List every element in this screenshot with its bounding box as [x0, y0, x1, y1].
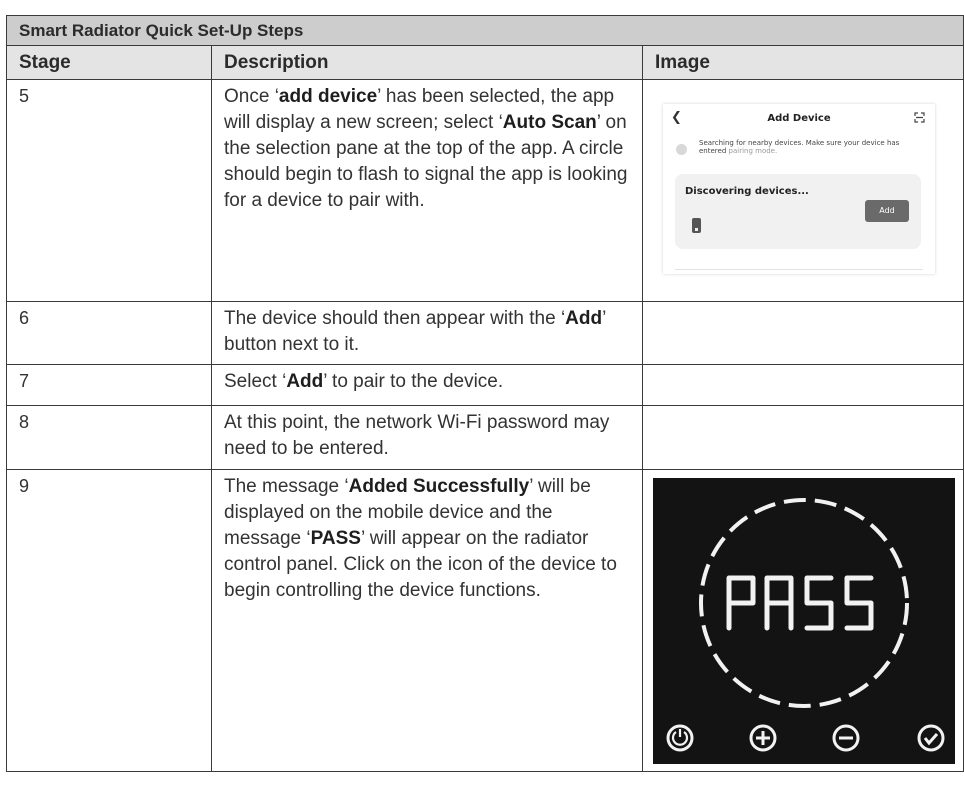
- stage-number: 9: [6, 469, 212, 772]
- step-image-cell: [641, 405, 964, 470]
- divider: [675, 269, 923, 270]
- desc-bold: add device: [278, 86, 378, 107]
- step-description: The device should then appear with the ‘…: [211, 301, 643, 365]
- step-description: Once ‘add device’ has been selected, the…: [211, 79, 643, 302]
- desc-text: Once ‘: [224, 86, 279, 107]
- app-add-device-screenshot: ❮ Add Device Searching for nearby device…: [663, 104, 935, 274]
- desc-bold: Added Successfully: [348, 476, 530, 497]
- step-image-cell: [641, 364, 964, 406]
- minus-icon: [832, 724, 860, 752]
- stage-number: 6: [6, 301, 212, 365]
- table-row: 6 The device should then appear with the…: [6, 301, 964, 365]
- plus-icon: [749, 724, 777, 752]
- step-description: At this point, the network Wi-Fi passwor…: [211, 405, 643, 470]
- pass-display: [726, 575, 874, 631]
- device-icon: [692, 218, 701, 233]
- segment-letter-a: [764, 575, 794, 631]
- column-header-image: Image: [641, 45, 964, 80]
- desc-bold: PASS: [310, 528, 361, 549]
- step-description: Select ‘Add’ to pair to the device.: [211, 364, 643, 406]
- desc-bold: Add: [565, 308, 603, 329]
- discovering-label: Discovering devices...: [685, 186, 809, 197]
- table-row: 5 Once ‘add device’ has been selected, t…: [6, 79, 964, 302]
- stage-number: 7: [6, 364, 212, 406]
- segment-letter-s: [804, 575, 834, 631]
- search-message: Searching for nearby devices. Make sure …: [699, 139, 925, 155]
- step-image-cell: [641, 469, 964, 772]
- column-header-stage: Stage: [6, 45, 212, 80]
- desc-bold: Add: [286, 371, 324, 392]
- scanning-indicator: [676, 144, 687, 155]
- setup-steps-table: Smart Radiator Quick Set-Up Steps Stage …: [5, 15, 964, 772]
- segment-letter-s: [844, 575, 874, 631]
- scan-icon: [914, 112, 925, 123]
- pairing-mode-text: pairing mode.: [728, 147, 778, 155]
- radiator-control-panel-photo: [653, 478, 955, 764]
- step-image-cell: [641, 301, 964, 365]
- table-title: Smart Radiator Quick Set-Up Steps: [5, 15, 964, 46]
- power-icon: [666, 724, 694, 752]
- add-button-image: Add: [865, 200, 909, 222]
- control-buttons: [666, 724, 945, 752]
- desc-bold: Auto Scan: [502, 112, 597, 133]
- desc-text: Select ‘: [224, 371, 287, 392]
- stage-number: 8: [6, 405, 212, 470]
- table-row: 9 The message ‘Added Successfully’ will …: [6, 469, 964, 772]
- step-image-cell: ❮ Add Device Searching for nearby device…: [641, 79, 964, 302]
- discovering-panel: Discovering devices... Add: [675, 174, 921, 249]
- desc-text: ’ to pair to the device.: [323, 371, 504, 392]
- desc-text: The device should then appear with the ‘: [224, 308, 566, 329]
- table-row: 8 At this point, the network Wi-Fi passw…: [6, 405, 964, 470]
- segment-letter-p: [726, 575, 756, 631]
- radiator-control-panel-graphic: [666, 498, 945, 752]
- stage-number: 5: [6, 79, 212, 302]
- desc-text: The message ‘: [224, 476, 349, 497]
- check-icon: [917, 724, 945, 752]
- app-screen-title: Add Device: [767, 113, 831, 124]
- column-header-description: Description: [211, 45, 643, 80]
- step-description: The message ‘Added Successfully’ will be…: [211, 469, 643, 772]
- table-row: 7 Select ‘Add’ to pair to the device.: [6, 364, 964, 406]
